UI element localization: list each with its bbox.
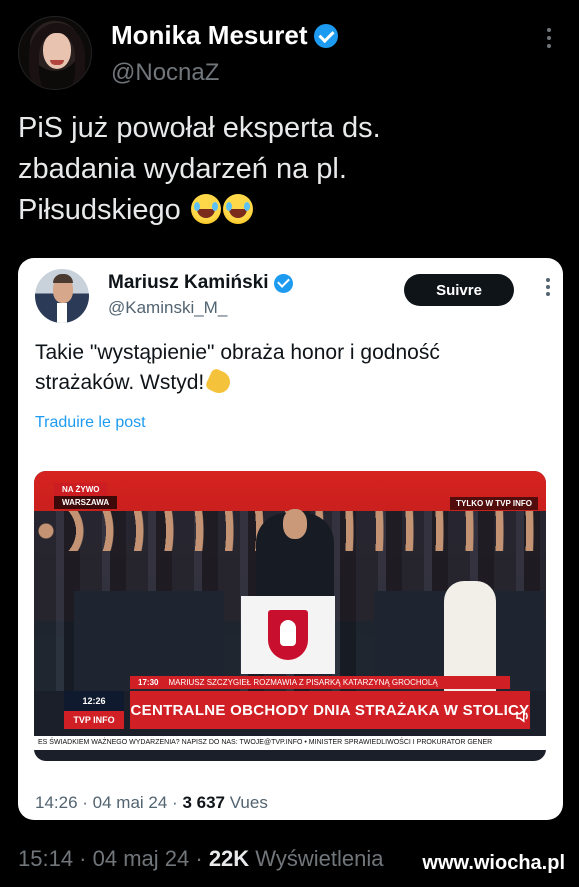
volume-icon[interactable]: [514, 707, 532, 725]
quoted-views-count: 3 637: [182, 793, 225, 812]
quoted-author-name-text[interactable]: Mariusz Kamiński: [108, 272, 269, 294]
tweet-text-line-2: zbadania wydarzeń na pl.: [18, 153, 347, 185]
translate-link[interactable]: Traduire le post: [35, 414, 146, 432]
place-tag: WARSZAWA: [54, 496, 118, 509]
laughing-emoji-icon: [190, 194, 221, 224]
follow-button[interactable]: Suivre: [404, 274, 514, 306]
quoted-author-handle[interactable]: @Kaminski_M_: [108, 298, 227, 318]
watermark: www.wiocha.pl: [422, 852, 565, 874]
quoted-tweet-card[interactable]: Mariusz Kamiński @Kaminski_M_ Suivre Tak…: [18, 258, 563, 820]
views-count: 22K: [208, 846, 250, 871]
tweet-meta: 15:14 · 04 maj 24 · 22K Wyświetlenia: [18, 846, 384, 871]
verified-badge-icon: [313, 23, 338, 48]
laughing-emoji-icon: [222, 194, 253, 224]
broadcast-clock: 12:26: [64, 691, 124, 711]
tweet-time[interactable]: 15:14: [18, 846, 73, 871]
more-options-icon[interactable]: [545, 278, 551, 302]
quoted-text-line-2: strażaków. Wstyd!: [35, 371, 205, 394]
views-label: Wyświetlenia: [255, 846, 384, 871]
subtitle-time: 17:30: [138, 678, 159, 687]
podium-emblem-icon: [241, 596, 335, 674]
quoted-views-label: Vues: [229, 793, 268, 812]
author-handle[interactable]: @NocnaZ: [111, 59, 219, 87]
tweet-date[interactable]: 04 maj 24: [93, 846, 190, 871]
quoted-tweet-text: Takie "wystąpienie" obraża honor i godno…: [35, 338, 545, 398]
quoted-date[interactable]: 04 mai 24: [93, 793, 168, 812]
quoted-tweet-meta: 14:26 · 04 mai 24 · 3 637 Vues: [35, 793, 268, 812]
avatar[interactable]: [18, 16, 92, 90]
channel-logo: TVP INFO: [64, 711, 124, 729]
tweet-text-line-1: PiS już powołał eksperta ds.: [18, 112, 381, 144]
quoted-time[interactable]: 14:26: [35, 793, 78, 812]
subtitle-bar: 17:30 MARIUSZ SZCZYGIEŁ ROZMAWIA Z PISARK…: [130, 676, 510, 689]
tweet-text-line-3: Piłsudskiego: [18, 194, 181, 226]
outer-tweet-header: Monika Mesuret @NocnaZ: [18, 16, 563, 96]
verified-badge-icon: [273, 273, 293, 293]
author-name-text[interactable]: Monika Mesuret: [111, 20, 308, 51]
news-ticker: ES ŚWIADKIEM WAŻNEGO WYDARZENIA? NAPISZ …: [34, 736, 546, 750]
headline-bar: CENTRALNE OBCHODY DNIA STRAŻAKA W STOLIC…: [130, 691, 530, 729]
subtitle-text: MARIUSZ SZCZYGIEŁ ROZMAWIA Z PISARKĄ KAT…: [168, 678, 438, 687]
more-options-icon[interactable]: [539, 28, 559, 54]
quoted-text-line-1: Takie "wystąpienie" obraża honor i godno…: [35, 341, 440, 364]
author-name[interactable]: Monika Mesuret: [111, 20, 338, 51]
live-tag: NA ŻYWO: [54, 483, 108, 496]
tweet-text: PiS już powołał eksperta ds. zbadania wy…: [18, 108, 558, 231]
video-player[interactable]: NA ŻYWO WARSZAWA TYLKO W TVP INFO 17:30 M…: [34, 471, 546, 761]
exclusive-tag: TYLKO W TVP INFO: [450, 497, 538, 510]
pointing-down-emoji-icon: [204, 367, 234, 397]
quoted-avatar[interactable]: [35, 269, 89, 323]
quoted-author-name[interactable]: Mariusz Kamiński: [108, 272, 293, 294]
